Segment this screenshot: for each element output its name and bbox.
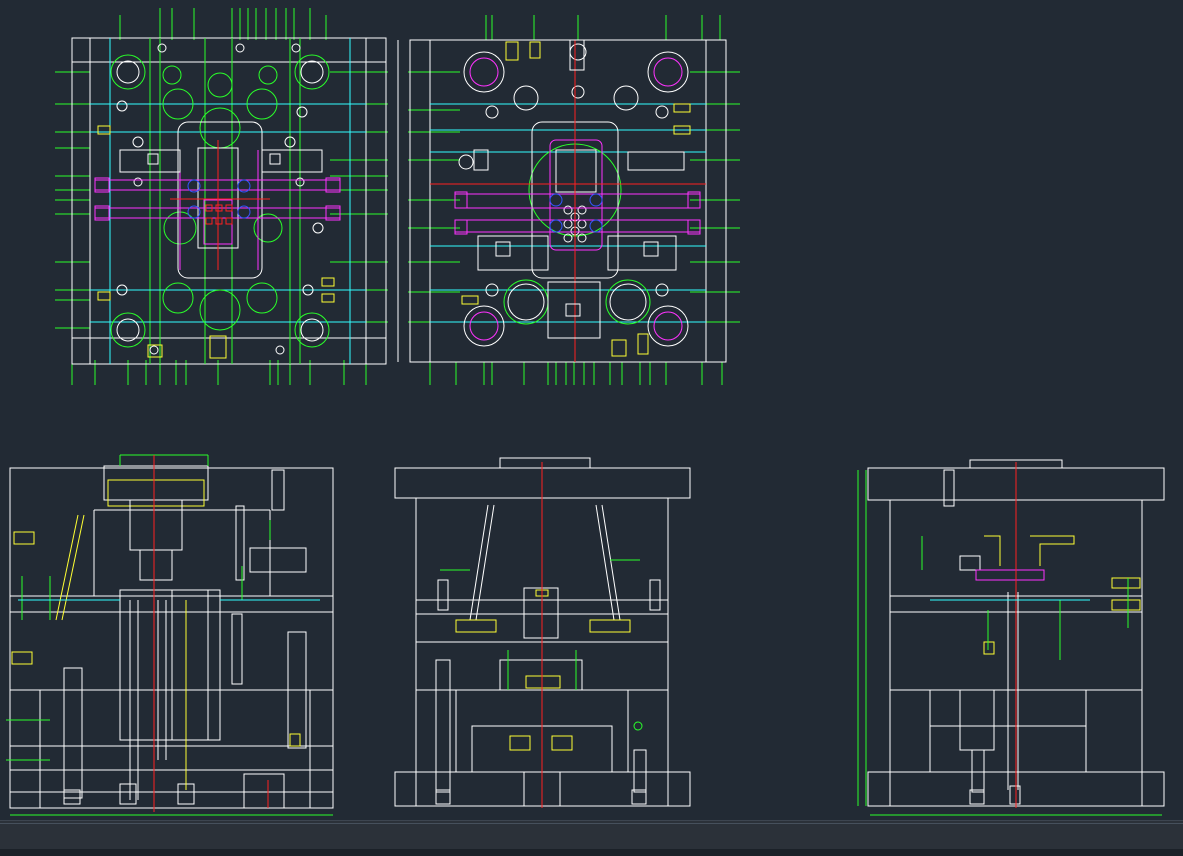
section-view-b (394, 457, 691, 808)
section-view-a (6, 454, 334, 816)
cad-drawing-canvas[interactable] (0, 0, 1183, 820)
plan-view-fixed-half (55, 8, 388, 385)
status-bar (0, 820, 1183, 856)
status-divider (0, 823, 1183, 824)
section-view-c (857, 459, 1165, 816)
plan-view-moving-half (397, 15, 740, 385)
